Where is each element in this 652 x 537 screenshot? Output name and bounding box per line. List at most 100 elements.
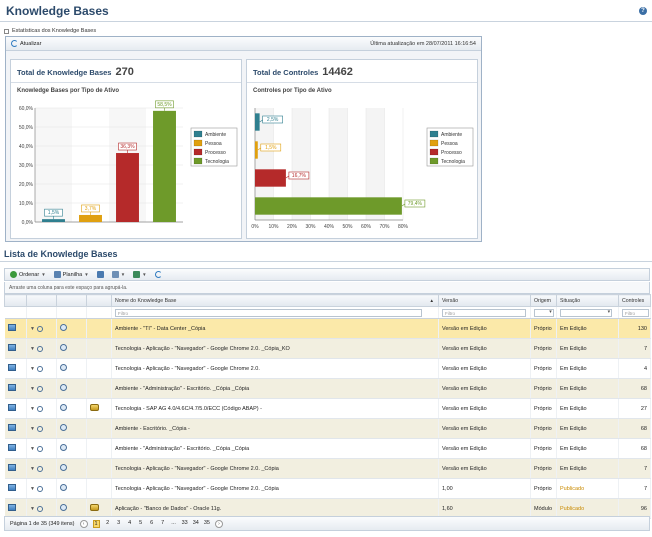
chevron-down-icon[interactable]: ▼ [30, 386, 35, 392]
chevron-down-icon[interactable]: ▼ [30, 366, 35, 372]
table-row[interactable]: ▼ Ambiente - "TI" - Data Center _Cópia Ver… [4, 318, 651, 339]
kb-name[interactable]: Tecnologia - Aplicação - "Navegador" - G… [111, 358, 439, 379]
history-icon[interactable] [60, 464, 67, 471]
page-link[interactable]: 5 [138, 520, 144, 528]
history-icon[interactable] [60, 404, 67, 411]
row-actions[interactable]: ▼ [30, 365, 43, 372]
document-icon[interactable] [7, 344, 16, 351]
table-row[interactable]: ▼ Tecnologia - Aplicação - "Navegador" - … [4, 478, 651, 499]
table-row[interactable]: ▼ Tecnologia - Aplicação - "Navegador" - … [4, 338, 651, 359]
page-link[interactable]: 3 [116, 520, 122, 528]
table-row[interactable]: ▼ Ambiente - "Administração" - Escritório… [4, 378, 651, 399]
sort-asc-icon[interactable]: ▲ [430, 298, 434, 303]
table-row[interactable]: ▼ Tecnologia - Aplicação - "Navegador" - … [4, 458, 651, 479]
document-icon[interactable] [7, 384, 16, 391]
kb-name[interactable]: Tecnologia - Aplicação - "Navegador" - G… [111, 338, 439, 359]
row-actions[interactable]: ▼ [30, 345, 43, 352]
search-icon[interactable] [36, 445, 43, 452]
history-icon[interactable] [60, 484, 67, 491]
situation-filter-select[interactable] [560, 308, 613, 317]
kb-name[interactable]: Ambiente - Escritório. _Cópia - [111, 418, 439, 439]
refresh-button[interactable]: Atualizar [11, 40, 41, 47]
chevron-down-icon[interactable]: ▼ [30, 326, 35, 332]
chevron-down-icon[interactable]: ▼ [30, 506, 35, 512]
chevron-down-icon[interactable]: ▼ [30, 346, 35, 352]
chevron-down-icon[interactable]: ▼ [30, 486, 35, 492]
history-icon[interactable] [60, 504, 67, 511]
kb-name[interactable]: Tecnologia - Aplicação - "Navegador" - G… [111, 478, 439, 499]
search-icon[interactable] [36, 485, 43, 492]
search-icon[interactable] [36, 465, 43, 472]
search-icon[interactable] [36, 365, 43, 372]
kb-name[interactable]: Tecnologia - Aplicação - "Navegador" - G… [111, 458, 439, 479]
page-link[interactable]: 2 [105, 520, 111, 528]
document-icon[interactable] [7, 464, 16, 471]
page-link[interactable]: 34 [193, 520, 199, 528]
table-row[interactable]: ▼ Tecnologia - Aplicação - "Navegador" - … [4, 358, 651, 379]
kb-name[interactable]: Ambiente - "Administração" - Escritório.… [111, 378, 439, 399]
document-icon[interactable] [7, 484, 16, 491]
controls-filter-input[interactable]: Filtro [622, 308, 649, 317]
prev-page-icon[interactable]: ‹ [79, 519, 88, 528]
search-icon[interactable] [36, 405, 43, 412]
chevron-down-icon[interactable]: ▼ [30, 406, 35, 412]
sheet-button[interactable]: Planilha ▼ [53, 271, 89, 278]
row-actions[interactable]: ▼ [30, 505, 43, 512]
history-icon[interactable] [60, 424, 67, 431]
kb-name[interactable]: Ambiente - "Administração" - Escritório.… [111, 438, 439, 459]
chevron-down-icon[interactable]: ▼ [30, 446, 35, 452]
page-link[interactable]: 33 [182, 520, 188, 528]
document-icon[interactable] [7, 424, 16, 431]
order-button[interactable]: Ordenar ▼ [10, 271, 46, 278]
search-icon[interactable] [36, 345, 43, 352]
next-page-icon[interactable]: › [214, 519, 223, 528]
help-icon[interactable]: ? [639, 7, 647, 15]
table-row[interactable]: ▼ Tecnologia - SAP AG 4.0/4.6C/4.7/5.0/EC… [4, 398, 651, 419]
column-header-controls[interactable]: Controles [618, 294, 651, 307]
chevron-down-icon[interactable]: ▼ [30, 426, 35, 432]
hierarchy-button[interactable] [96, 271, 104, 278]
page-link[interactable]: 35 [204, 520, 210, 528]
search-icon[interactable] [36, 325, 43, 332]
page-link[interactable]: 6 [149, 520, 155, 528]
kb-name[interactable]: Tecnologia - SAP AG 4.0/4.6C/4.7/5.0/ECC… [111, 398, 439, 419]
row-actions[interactable]: ▼ [30, 445, 43, 452]
document-icon[interactable] [7, 364, 16, 371]
checkbox-icon[interactable] [4, 28, 9, 34]
search-icon[interactable] [36, 505, 43, 512]
page-link[interactable]: 7 [160, 520, 166, 528]
document-icon[interactable] [7, 444, 16, 451]
chevron-down-icon[interactable]: ▼ [30, 466, 35, 472]
row-actions[interactable]: ▼ [30, 325, 43, 332]
history-icon[interactable] [60, 364, 67, 371]
row-actions[interactable]: ▼ [30, 425, 43, 432]
search-icon[interactable] [36, 385, 43, 392]
document-icon[interactable] [7, 324, 16, 331]
search-icon[interactable] [36, 425, 43, 432]
column-header-situation[interactable]: Situação [556, 294, 619, 307]
name-filter-input[interactable]: Filtro [115, 308, 422, 317]
table-row[interactable]: ▼ Ambiente - "Administração" - Escritório… [4, 438, 651, 459]
grid-refresh-button[interactable] [154, 271, 162, 278]
origin-filter-select[interactable] [534, 308, 554, 317]
version-filter-input[interactable]: Filtro [442, 308, 526, 317]
column-header-version[interactable]: Versão [438, 294, 531, 307]
document-icon[interactable] [7, 504, 16, 511]
stats-toggle[interactable]: Estatísticas dos Knowledge Bases [4, 28, 96, 34]
history-icon[interactable] [60, 344, 67, 351]
column-header-origin[interactable]: Origem [530, 294, 557, 307]
kb-name[interactable]: Ambiente - "TI" - Data Center _Cópia [111, 318, 439, 339]
table-row[interactable]: ▼ Ambiente - Escritório. _Cópia - Versão e… [4, 418, 651, 439]
column-header-name[interactable]: Nome do Knowledge Base ▲ [111, 294, 439, 307]
history-icon[interactable] [60, 444, 67, 451]
export-button[interactable]: ▼ [133, 271, 147, 278]
history-icon[interactable] [60, 384, 67, 391]
row-actions[interactable]: ▼ [30, 465, 43, 472]
page-link[interactable]: 4 [127, 520, 133, 528]
history-icon[interactable] [60, 324, 67, 331]
page-link[interactable]: 1 [92, 519, 100, 528]
row-actions[interactable]: ▼ [30, 385, 43, 392]
row-actions[interactable]: ▼ [30, 485, 43, 492]
columns-button[interactable]: ▼ [111, 271, 125, 278]
row-actions[interactable]: ▼ [30, 405, 43, 412]
